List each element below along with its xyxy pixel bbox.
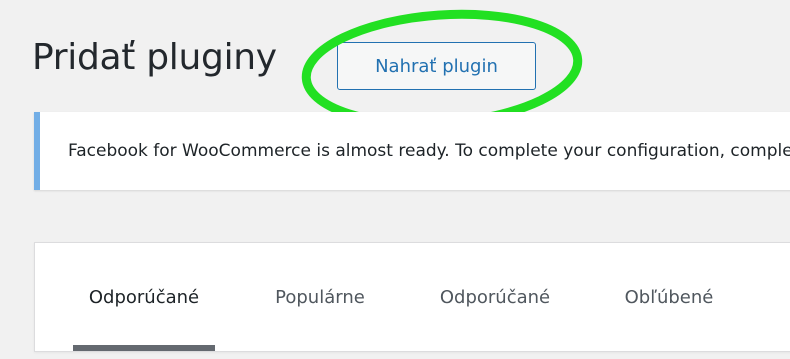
notice-text: Facebook for WooCommerce is almost ready… <box>68 141 790 161</box>
plugin-filter-bar: Odporúčané Populárne Odporúčané Obľúbené <box>34 242 790 352</box>
tab-featured[interactable]: Odporúčané <box>73 243 215 351</box>
facebook-setup-notice: Facebook for WooCommerce is almost ready… <box>34 112 790 190</box>
tab-recommended[interactable]: Odporúčané <box>417 243 573 351</box>
tab-favorites[interactable]: Obľúbené <box>609 243 729 351</box>
tab-popular[interactable]: Populárne <box>257 243 383 351</box>
page-title: Pridať pluginy <box>32 37 277 78</box>
upload-plugin-button[interactable]: Nahrať plugin <box>337 42 536 90</box>
filter-tabs: Odporúčané Populárne Odporúčané Obľúbené <box>35 243 790 351</box>
